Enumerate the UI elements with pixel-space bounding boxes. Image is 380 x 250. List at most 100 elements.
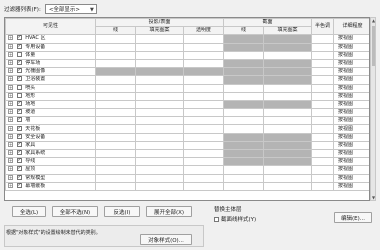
halftone-cell[interactable]	[311, 132, 335, 142]
cut-fill-cell[interactable]	[262, 75, 313, 85]
cut-line-style-checkbox[interactable]: 截面线样式(Y)	[214, 215, 256, 223]
cut-line-cell[interactable]	[223, 173, 264, 183]
proj-fill-cell[interactable]	[135, 165, 184, 175]
detail-level-cell[interactable]: 按视图	[333, 132, 369, 142]
detail-level-cell[interactable]: 按视图	[333, 42, 369, 52]
proj-fill-cell[interactable]	[135, 91, 184, 101]
proj-fill-cell[interactable]	[135, 124, 184, 134]
visibility-checkbox[interactable]: ✓	[16, 35, 22, 41]
expand-icon[interactable]: +	[8, 44, 13, 49]
category-cell[interactable]: + ✓ 屋顶	[5, 165, 96, 175]
cut-fill-cell[interactable]	[262, 91, 313, 101]
halftone-cell[interactable]	[311, 83, 335, 93]
cut-fill-cell[interactable]	[262, 140, 313, 151]
cut-line-cell[interactable]	[223, 148, 264, 159]
visibility-checkbox[interactable]: ✓	[16, 150, 22, 156]
proj-fill-cell[interactable]	[135, 132, 184, 142]
cut-line-cell[interactable]	[223, 34, 264, 44]
cut-fill-cell[interactable]	[262, 58, 313, 69]
transparency-cell[interactable]	[183, 75, 224, 85]
visibility-checkbox[interactable]	[16, 85, 22, 90]
halftone-cell[interactable]	[311, 42, 335, 52]
table-row[interactable]: + ✓ 光栅图像 按视图	[5, 67, 369, 77]
expand-icon[interactable]: +	[8, 93, 13, 98]
table-row[interactable]: + ✓ 导线 按视图	[5, 157, 369, 167]
table-row[interactable]: + ✓ 家具 按视图	[5, 140, 369, 151]
proj-fill-cell[interactable]	[135, 99, 184, 110]
transparency-cell[interactable]	[183, 67, 224, 77]
table-row[interactable]: + ✓ 幕墙嵌板 按视图	[5, 181, 369, 191]
transparency-cell[interactable]	[183, 124, 224, 134]
table-row[interactable]: + 地形 按视图	[5, 91, 369, 101]
proj-line-cell[interactable]	[95, 99, 136, 110]
cut-fill-cell[interactable]	[262, 181, 313, 191]
col-visibility[interactable]: 可见性	[5, 18, 96, 36]
proj-fill-cell[interactable]	[135, 58, 184, 69]
scroll-down-icon[interactable]: ▼	[371, 195, 376, 200]
cut-line-cell[interactable]	[223, 67, 264, 77]
select-none-button[interactable]: 全部不选(N)	[52, 206, 98, 217]
category-cell[interactable]: + ✓ 卫浴装置	[5, 75, 96, 85]
visibility-checkbox[interactable]	[16, 93, 22, 98]
table-row[interactable]: + ✓ HVAC 区 按视图	[5, 34, 369, 44]
cut-line-cell[interactable]	[223, 75, 264, 85]
halftone-cell[interactable]	[311, 157, 335, 167]
halftone-cell[interactable]	[311, 58, 335, 69]
expand-icon[interactable]: +	[8, 142, 13, 147]
select-all-button[interactable]: 全选(L)	[12, 206, 46, 217]
halftone-cell[interactable]	[311, 99, 335, 110]
expand-icon[interactable]: +	[8, 60, 13, 66]
cut-line-cell[interactable]	[223, 157, 264, 167]
table-row[interactable]: + ✓ 墙 按视图	[5, 116, 369, 126]
cut-fill-cell[interactable]	[262, 83, 313, 93]
cut-line-cell[interactable]	[223, 132, 264, 142]
table-row[interactable]: + ✓ 家具系统 按视图	[5, 148, 369, 159]
halftone-cell[interactable]	[311, 173, 335, 183]
expand-icon[interactable]: +	[8, 125, 13, 131]
cut-line-cell[interactable]	[223, 58, 264, 69]
detail-level-cell[interactable]: 按视图	[333, 58, 369, 69]
halftone-cell[interactable]	[311, 34, 335, 44]
proj-line-cell[interactable]	[95, 124, 136, 134]
proj-fill-cell[interactable]	[135, 148, 184, 159]
halftone-cell[interactable]	[311, 181, 335, 191]
halftone-cell[interactable]	[311, 75, 335, 85]
table-row[interactable]: + ✓ 屋顶 按视图	[5, 165, 369, 175]
detail-level-cell[interactable]: 按视图	[333, 83, 369, 93]
visibility-checkbox[interactable]: ✓	[16, 60, 22, 66]
object-styles-button[interactable]: 对象样式(O)...	[140, 234, 192, 245]
halftone-cell[interactable]	[311, 116, 335, 126]
transparency-cell[interactable]	[183, 132, 224, 142]
detail-level-cell[interactable]: 按视图	[333, 124, 369, 134]
category-cell[interactable]: + ✓ 安全设备	[5, 132, 96, 142]
category-cell[interactable]: + ✓ 光栅图像	[5, 67, 96, 77]
category-cell[interactable]: + ✓ 场地	[5, 99, 96, 110]
visibility-checkbox[interactable]: ✓	[16, 125, 22, 131]
expand-icon[interactable]: +	[8, 109, 13, 115]
visibility-checkbox[interactable]: ✓	[16, 166, 22, 172]
category-cell[interactable]: + ✓ HVAC 区	[5, 34, 96, 44]
proj-fill-cell[interactable]	[135, 75, 184, 85]
cut-line-cell[interactable]	[223, 181, 264, 191]
detail-level-cell[interactable]: 按视图	[333, 165, 369, 175]
expand-icon[interactable]: +	[8, 117, 13, 123]
visibility-checkbox[interactable]: ✓	[16, 109, 22, 115]
category-cell[interactable]: + ✓ 幕墙嵌板	[5, 181, 96, 191]
cut-line-cell[interactable]	[223, 50, 264, 60]
cut-line-cell[interactable]	[223, 42, 264, 52]
table-row[interactable]: + 体量 按视图	[5, 50, 369, 60]
cut-fill-cell[interactable]	[262, 148, 313, 159]
transparency-cell[interactable]	[183, 58, 224, 69]
filter-dropdown[interactable]: <全部显示> ▼	[44, 4, 97, 14]
transparency-cell[interactable]	[183, 140, 224, 151]
transparency-cell[interactable]	[183, 50, 224, 60]
halftone-cell[interactable]	[311, 124, 335, 134]
table-row[interactable]: + ✓ 天花板 按视图	[5, 124, 369, 134]
proj-line-cell[interactable]	[95, 165, 136, 175]
expand-icon[interactable]: +	[8, 52, 13, 57]
expand-icon[interactable]: +	[8, 76, 13, 82]
visibility-checkbox[interactable]: ✓	[16, 101, 22, 106]
expand-icon[interactable]: +	[8, 68, 13, 74]
proj-line-cell[interactable]	[95, 181, 136, 191]
table-row[interactable]: + ✓ 安全设备 按视图	[5, 132, 369, 142]
